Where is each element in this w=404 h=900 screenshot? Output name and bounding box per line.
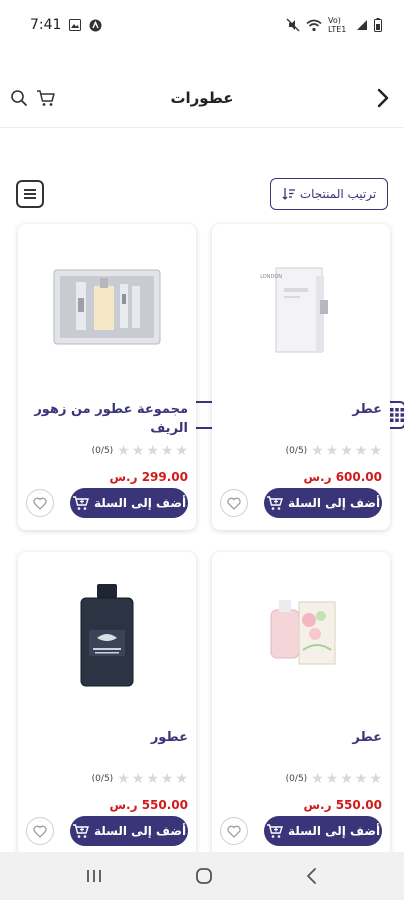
heart-icon bbox=[227, 497, 241, 510]
star-icon: ★ bbox=[340, 443, 353, 459]
product-rating: ★ ★ ★ ★ ★ (0/5) bbox=[26, 770, 188, 788]
star-icon: ★ bbox=[146, 443, 159, 459]
star-icon: ★ bbox=[131, 443, 145, 459]
product-price: 299.00 ر.س bbox=[109, 470, 188, 484]
signal-icon bbox=[356, 19, 368, 31]
add-to-cart-icon bbox=[266, 495, 284, 511]
add-to-cart-icon bbox=[72, 495, 90, 511]
add-to-cart-label: أضف إلى السلة bbox=[287, 824, 381, 838]
sort-icon bbox=[282, 187, 296, 201]
back-arrow-icon[interactable] bbox=[376, 88, 390, 108]
add-to-cart-label: أضف إلى السلة bbox=[287, 496, 381, 510]
star-icon: ★ bbox=[146, 771, 159, 787]
product-price: 550.00 ر.س bbox=[109, 798, 188, 812]
rating-count: (0/5) bbox=[285, 774, 308, 784]
star-icon: ★ bbox=[311, 771, 324, 787]
system-back-icon[interactable] bbox=[305, 867, 319, 885]
rating-count: (0/5) bbox=[91, 774, 114, 784]
star-icon: ★ bbox=[325, 771, 339, 787]
product-rating: ★ ★ ★ ★ ★ (0/5) bbox=[220, 770, 382, 788]
star-icon: ★ bbox=[369, 443, 382, 459]
product-name[interactable]: عطر bbox=[220, 728, 382, 768]
page-title: عطورات bbox=[170, 88, 234, 107]
star-icon: ★ bbox=[160, 771, 174, 787]
add-to-cart-button[interactable]: أضف إلى السلة bbox=[70, 488, 188, 518]
status-left: 7:41 bbox=[30, 17, 102, 33]
view-toggles bbox=[16, 180, 404, 429]
product-image[interactable] bbox=[26, 560, 188, 710]
network-label: Vo) LTE1 bbox=[328, 16, 347, 34]
star-icon: ★ bbox=[175, 771, 188, 787]
add-to-cart-icon bbox=[266, 823, 284, 839]
mute-icon bbox=[286, 18, 300, 32]
rating-count: (0/5) bbox=[285, 446, 308, 456]
card-actions: أضف إلى السلة bbox=[26, 488, 188, 518]
status-time: 7:41 bbox=[30, 17, 62, 33]
product-rating: ★ ★ ★ ★ ★ (0/5) bbox=[26, 442, 188, 460]
star-icon: ★ bbox=[340, 771, 353, 787]
status-right: Vo) LTE1 bbox=[286, 16, 382, 34]
product-image[interactable]: LONDON bbox=[220, 232, 382, 382]
product-image[interactable] bbox=[26, 232, 188, 382]
image-notification-icon bbox=[69, 19, 82, 31]
product-card[interactable]: عطر ★ ★ ★ ★ ★ (0/5) 550.00 ر.س أضف إلى ا… bbox=[212, 552, 390, 858]
star-icon: ★ bbox=[369, 771, 382, 787]
add-to-cart-button[interactable]: أضف إلى السلة bbox=[70, 816, 188, 846]
sort-label: ترتيب المنتجات bbox=[299, 187, 377, 201]
wishlist-button[interactable] bbox=[26, 817, 54, 845]
star-icon: ★ bbox=[160, 443, 174, 459]
product-card[interactable]: LONDON عطر ★ ★ ★ ★ ★ (0/5) 600.00 ر.س أض… bbox=[212, 224, 390, 530]
star-icon: ★ bbox=[175, 443, 188, 459]
heart-icon bbox=[33, 497, 47, 510]
add-to-cart-button[interactable]: أضف إلى السلة bbox=[264, 488, 382, 518]
heart-icon bbox=[227, 825, 241, 838]
star-icon: ★ bbox=[325, 443, 339, 459]
app-header: عطورات bbox=[0, 68, 404, 128]
recent-apps-icon[interactable] bbox=[85, 868, 103, 884]
cart-icon[interactable] bbox=[36, 89, 56, 107]
heart-icon bbox=[33, 825, 47, 838]
wishlist-button[interactable] bbox=[220, 817, 248, 845]
home-icon[interactable] bbox=[194, 866, 214, 886]
product-image[interactable] bbox=[220, 560, 382, 710]
status-bar: 7:41 Vo) LTE1 bbox=[0, 0, 404, 50]
wishlist-button[interactable] bbox=[220, 489, 248, 517]
add-to-cart-icon bbox=[72, 823, 90, 839]
app-notification-icon bbox=[89, 19, 102, 32]
card-actions: أضف إلى السلة bbox=[220, 488, 382, 518]
add-to-cart-label: أضف إلى السلة bbox=[93, 824, 187, 838]
battery-icon bbox=[374, 18, 382, 32]
listing-toolbar: ترتيب المنتجات bbox=[16, 177, 404, 429]
svg-text:LONDON: LONDON bbox=[260, 274, 282, 280]
product-price: 550.00 ر.س bbox=[303, 798, 382, 812]
sort-button[interactable]: ترتيب المنتجات bbox=[270, 178, 388, 210]
star-icon: ★ bbox=[117, 443, 130, 459]
wifi-icon bbox=[306, 19, 322, 32]
card-actions: أضف إلى السلة bbox=[26, 816, 188, 846]
add-to-cart-label: أضف إلى السلة bbox=[93, 496, 187, 510]
rating-count: (0/5) bbox=[91, 446, 114, 456]
star-icon: ★ bbox=[354, 771, 368, 787]
product-name[interactable]: عطور bbox=[26, 728, 188, 768]
list-view-icon[interactable] bbox=[16, 180, 44, 208]
add-to-cart-button[interactable]: أضف إلى السلة bbox=[264, 816, 382, 846]
product-card[interactable]: مجموعة عطور من زهور الريف ★ ★ ★ ★ ★ (0/5… bbox=[18, 224, 196, 530]
search-icon[interactable] bbox=[10, 89, 28, 107]
star-icon: ★ bbox=[354, 443, 368, 459]
product-name[interactable]: عطر bbox=[220, 400, 382, 440]
star-icon: ★ bbox=[311, 443, 324, 459]
product-card[interactable]: عطور ★ ★ ★ ★ ★ (0/5) 550.00 ر.س أضف إلى … bbox=[18, 552, 196, 858]
star-icon: ★ bbox=[117, 771, 130, 787]
wishlist-button[interactable] bbox=[26, 489, 54, 517]
product-grid: LONDON عطر ★ ★ ★ ★ ★ (0/5) 600.00 ر.س أض… bbox=[16, 224, 390, 858]
system-nav-bar bbox=[0, 852, 404, 900]
product-rating: ★ ★ ★ ★ ★ (0/5) bbox=[220, 442, 382, 460]
header-actions bbox=[10, 89, 56, 107]
product-name[interactable]: مجموعة عطور من زهور الريف bbox=[26, 400, 188, 440]
card-actions: أضف إلى السلة bbox=[220, 816, 382, 846]
product-price: 600.00 ر.س bbox=[303, 470, 382, 484]
star-icon: ★ bbox=[131, 771, 145, 787]
